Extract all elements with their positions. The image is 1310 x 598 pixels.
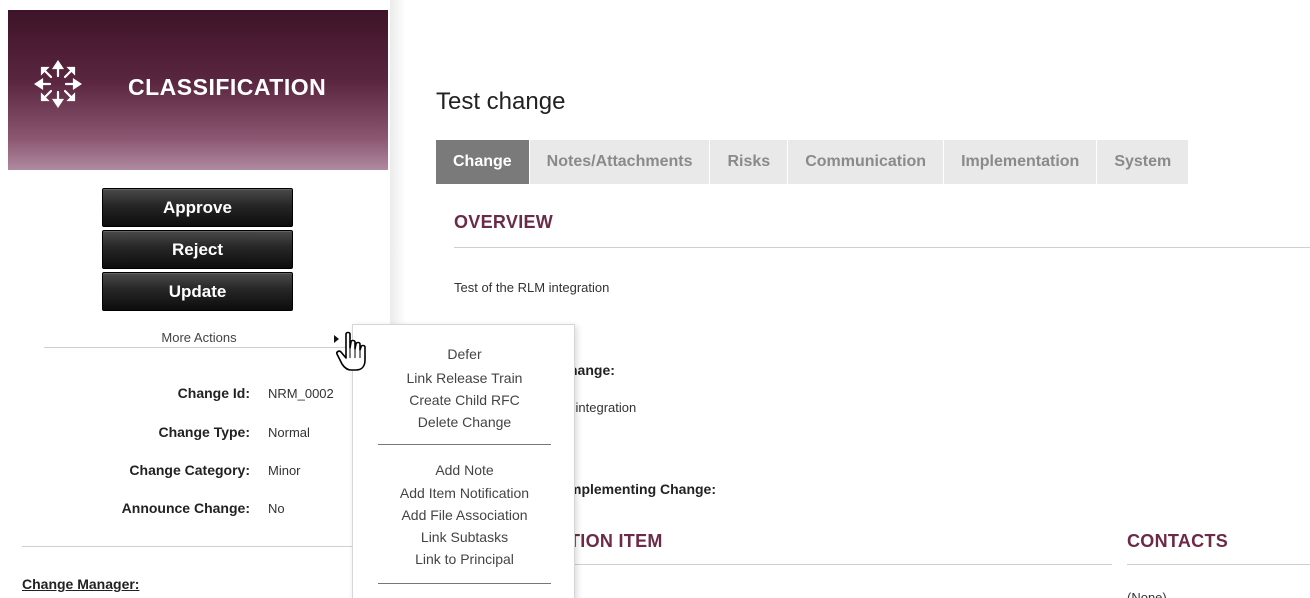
announce-change-label: Announce Change: [121, 500, 250, 516]
contacts-heading: CONTACTS [1127, 531, 1229, 551]
menu-item-create-child-rfc[interactable]: Create Child RFC [353, 392, 576, 408]
more-actions-menu[interactable]: More Actions [44, 326, 375, 348]
tab-change[interactable]: Change [436, 140, 530, 184]
change-type-value: Normal [268, 425, 310, 440]
classification-header: CLASSIFICATION [8, 10, 388, 170]
change-type-label: Change Type: [158, 424, 250, 440]
more-actions-label: More Actions [161, 330, 237, 345]
move-arrows-icon [34, 60, 82, 108]
menu-item-link-to-principal[interactable]: Link to Principal [353, 551, 576, 567]
hand-pointer-icon [336, 331, 366, 371]
menu-item-add-note[interactable]: Add Note [353, 462, 576, 478]
overview-divider [454, 247, 1310, 248]
change-category-label: Change Category: [129, 462, 250, 478]
change-page: CLASSIFICATION Approve Reject Update Mor… [0, 0, 1310, 598]
classification-title: CLASSIFICATION [128, 74, 327, 100]
overview-description: Test of the RLM integration [454, 280, 610, 295]
tab-notes-attachments[interactable]: Notes/Attachments [529, 140, 711, 184]
announce-change-row: Announce Change: No [0, 500, 390, 520]
menu-item-add-item-notification[interactable]: Add Item Notification [353, 485, 576, 501]
configuration-item-heading: TION ITEM [569, 531, 663, 551]
change-id-row: Change Id: NRM_0002 [0, 385, 390, 405]
sidebar-divider [22, 546, 375, 547]
change-manager-label[interactable]: Change Manager: [22, 576, 139, 592]
change-category-value: Minor [268, 463, 301, 478]
contacts-divider [1127, 564, 1310, 565]
change-category-row: Change Category: Minor [0, 462, 390, 482]
sidebar: CLASSIFICATION Approve Reject Update Mor… [0, 0, 390, 598]
menu-item-add-file-association[interactable]: Add File Association [353, 507, 576, 523]
reason-for-change-value: l integration [569, 400, 637, 415]
change-type-row: Change Type: Normal [0, 424, 390, 444]
approve-button[interactable]: Approve [102, 188, 293, 227]
update-button[interactable]: Update [102, 272, 293, 311]
reject-button[interactable]: Reject [102, 230, 293, 269]
tab-risks[interactable]: Risks [710, 140, 789, 184]
change-id-value: NRM_0002 [268, 386, 334, 401]
tab-communication[interactable]: Communication [788, 140, 945, 184]
menu-item-delete-change[interactable]: Delete Change [353, 414, 576, 430]
menu-divider [378, 444, 551, 445]
impact-label: mplementing Change: [569, 481, 717, 497]
menu-item-link-release-train[interactable]: Link Release Train [353, 370, 576, 386]
menu-item-defer[interactable]: Defer [353, 346, 576, 362]
more-actions-dropdown: Defer Link Release Train Create Child RF… [352, 324, 575, 598]
tab-implementation[interactable]: Implementation [944, 140, 1098, 184]
overview-heading: OVERVIEW [454, 212, 554, 232]
announce-change-value: No [268, 501, 285, 516]
menu-item-link-subtasks[interactable]: Link Subtasks [353, 529, 576, 545]
tab-bar: Change Notes/Attachments Risks Communica… [436, 140, 1190, 184]
page-title: Test change [436, 88, 566, 115]
menu-divider [378, 583, 551, 584]
change-id-label: Change Id: [177, 385, 250, 401]
contacts-value: (None) [1127, 590, 1167, 598]
tab-system[interactable]: System [1097, 140, 1190, 184]
